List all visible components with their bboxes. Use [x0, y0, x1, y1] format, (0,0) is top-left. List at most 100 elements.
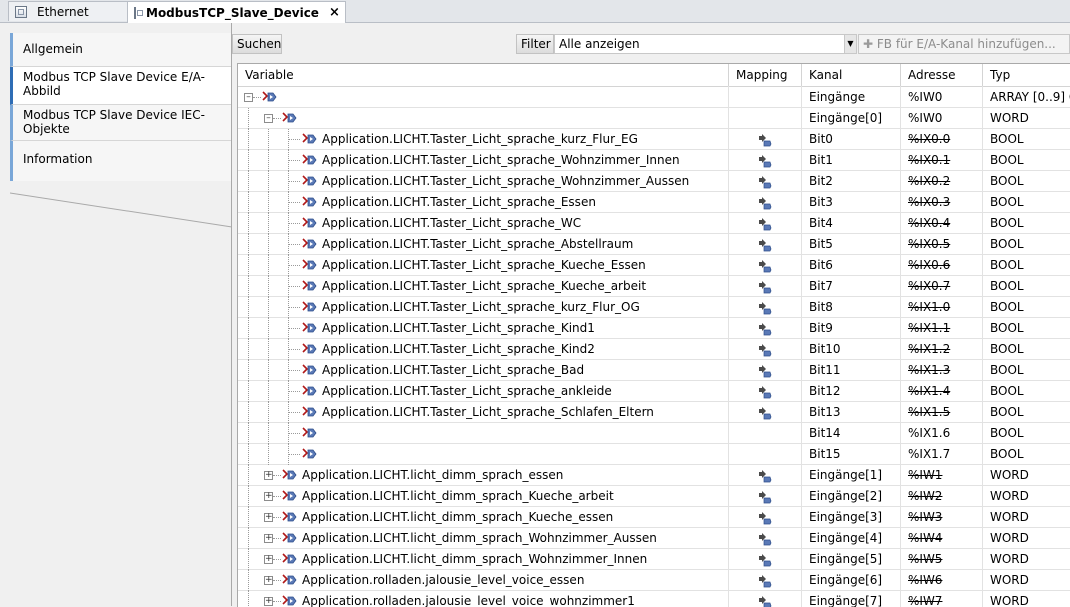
- tab-ethernet[interactable]: Ethernet: [8, 1, 128, 21]
- cell-mapping[interactable]: [729, 423, 801, 443]
- cell-mapping[interactable]: [729, 213, 801, 233]
- cell-mapping[interactable]: [729, 171, 801, 191]
- cell-mapping[interactable]: [729, 87, 801, 107]
- cell-mapping[interactable]: [729, 129, 801, 149]
- table-row[interactable]: Application.LICHT.Taster_Licht_sprache_K…: [238, 255, 1070, 276]
- cell-variable[interactable]: [302, 108, 726, 128]
- cell-mapping[interactable]: [729, 549, 801, 569]
- sidebar-item-iec-objekte[interactable]: Modbus TCP Slave Device IEC-Objekte: [10, 105, 232, 141]
- table-row[interactable]: + Application.LICHT.licht_dimm_sprach_Woh…: [238, 528, 1070, 549]
- cell-variable[interactable]: Application.LICHT.Taster_Licht_sprache_E…: [322, 192, 726, 212]
- cell-mapping[interactable]: [729, 360, 801, 380]
- table-row[interactable]: + Application.rolladen.jalousie_level_voi…: [238, 570, 1070, 591]
- cell-mapping[interactable]: [729, 255, 801, 275]
- tab-modbustcp-slave-device[interactable]: ModbusTCP_Slave_Device ×: [127, 1, 346, 23]
- cell-mapping[interactable]: [729, 444, 801, 464]
- cell-mapping[interactable]: [729, 528, 801, 548]
- cell-variable[interactable]: [282, 87, 726, 107]
- cell-mapping[interactable]: [729, 150, 801, 170]
- cell-mapping[interactable]: [729, 192, 801, 212]
- filter-button[interactable]: Filter: [516, 34, 554, 54]
- table-row[interactable]: Application.LICHT.Taster_Licht_sprache_W…: [238, 150, 1070, 171]
- cell-variable[interactable]: Application.LICHT.Taster_Licht_sprache_K…: [322, 339, 726, 359]
- cell-variable[interactable]: Application.LICHT.Taster_Licht_sprache_K…: [322, 318, 726, 338]
- cell-variable[interactable]: Application.LICHT.licht_dimm_sprach_esse…: [302, 465, 726, 485]
- cell-mapping[interactable]: [729, 402, 801, 422]
- table-row[interactable]: Bit14%IX1.6BOOL: [238, 423, 1070, 444]
- column-header-typ[interactable]: Typ: [983, 64, 1070, 86]
- chevron-down-icon[interactable]: ▼: [844, 34, 857, 54]
- close-icon[interactable]: ×: [329, 5, 340, 20]
- table-row[interactable]: Application.LICHT.Taster_Licht_sprache_B…: [238, 360, 1070, 381]
- cell-variable[interactable]: Application.LICHT.Taster_Licht_sprache_W…: [322, 150, 726, 170]
- cell-mapping[interactable]: [729, 339, 801, 359]
- expand-icon[interactable]: +: [264, 513, 273, 522]
- column-header-mapping[interactable]: Mapping: [729, 64, 802, 86]
- expand-icon[interactable]: +: [264, 492, 273, 501]
- filter-select[interactable]: Alle anzeigen: [554, 34, 857, 54]
- table-row[interactable]: –Eingänge[0]%IW0WORD: [238, 108, 1070, 129]
- cell-variable[interactable]: Application.LICHT.Taster_Licht_sprache_W…: [322, 171, 726, 191]
- collapse-icon[interactable]: –: [244, 93, 253, 102]
- expand-icon[interactable]: +: [264, 471, 273, 480]
- cell-variable[interactable]: Application.LICHT.Taster_Licht_sprache_K…: [322, 255, 726, 275]
- cell-mapping[interactable]: [729, 108, 801, 128]
- table-row[interactable]: Application.LICHT.Taster_Licht_sprache_K…: [238, 276, 1070, 297]
- table-row[interactable]: Application.LICHT.Taster_Licht_sprache_A…: [238, 234, 1070, 255]
- cell-variable[interactable]: Application.LICHT.Taster_Licht_sprache_a…: [322, 381, 726, 401]
- cell-variable[interactable]: Application.LICHT.licht_dimm_sprach_Wohn…: [302, 549, 726, 569]
- cell-mapping[interactable]: [729, 381, 801, 401]
- cell-variable[interactable]: Application.LICHT.Taster_Licht_sprache_K…: [322, 276, 726, 296]
- expand-icon[interactable]: +: [264, 555, 273, 564]
- table-row[interactable]: Application.LICHT.Taster_Licht_sprache_W…: [238, 171, 1070, 192]
- cell-variable[interactable]: Application.LICHT.Taster_Licht_sprache_W…: [322, 213, 726, 233]
- cell-mapping[interactable]: [729, 276, 801, 296]
- table-row[interactable]: + Application.LICHT.licht_dimm_sprach_Kue…: [238, 507, 1070, 528]
- cell-mapping[interactable]: [729, 318, 801, 338]
- cell-variable[interactable]: Application.LICHT.Taster_Licht_sprache_S…: [322, 402, 726, 422]
- cell-variable[interactable]: Application.LICHT.licht_dimm_sprach_Kuec…: [302, 486, 726, 506]
- cell-mapping[interactable]: [729, 465, 801, 485]
- cell-mapping[interactable]: [729, 297, 801, 317]
- cell-mapping[interactable]: [729, 234, 801, 254]
- table-row[interactable]: Application.LICHT.Taster_Licht_sprache_k…: [238, 297, 1070, 318]
- sidebar-item-information[interactable]: Information: [10, 141, 232, 181]
- sidebar-item-ea-abbild[interactable]: Modbus TCP Slave Device E/A-Abbild: [10, 67, 232, 105]
- cell-variable[interactable]: Application.rolladen.jalousie_level_voic…: [302, 591, 726, 607]
- cell-variable[interactable]: Application.rolladen.jalousie_level_voic…: [302, 570, 726, 590]
- table-row[interactable]: Application.LICHT.Taster_Licht_sprache_k…: [238, 129, 1070, 150]
- cell-variable[interactable]: Application.LICHT.licht_dimm_sprach_Kuec…: [302, 507, 726, 527]
- expand-icon[interactable]: +: [264, 597, 273, 606]
- cell-mapping[interactable]: [729, 570, 801, 590]
- table-row[interactable]: + Application.LICHT.licht_dimm_sprach_ess…: [238, 465, 1070, 486]
- cell-variable[interactable]: Application.LICHT.licht_dimm_sprach_Wohn…: [302, 528, 726, 548]
- column-header-variable[interactable]: Variable: [238, 64, 729, 86]
- table-row[interactable]: Application.LICHT.Taster_Licht_sprache_S…: [238, 402, 1070, 423]
- cell-variable[interactable]: Application.LICHT.Taster_Licht_sprache_B…: [322, 360, 726, 380]
- cell-mapping[interactable]: [729, 486, 801, 506]
- table-row[interactable]: –Eingänge%IW0ARRAY [0..9] OF WORD: [238, 87, 1070, 108]
- table-row[interactable]: Application.LICHT.Taster_Licht_sprache_a…: [238, 381, 1070, 402]
- cell-variable[interactable]: Application.LICHT.Taster_Licht_sprache_k…: [322, 297, 726, 317]
- search-button[interactable]: Suchen: [232, 34, 282, 54]
- table-row[interactable]: + Application.rolladen.jalousie_level_voi…: [238, 591, 1070, 607]
- cell-mapping[interactable]: [729, 507, 801, 527]
- cell-mapping[interactable]: [729, 591, 801, 607]
- table-row[interactable]: Bit15%IX1.7BOOL: [238, 444, 1070, 465]
- column-header-adresse[interactable]: Adresse: [901, 64, 983, 86]
- table-row[interactable]: Application.LICHT.Taster_Licht_sprache_K…: [238, 339, 1070, 360]
- add-fb-button[interactable]: ✚ FB für E/A-Kanal hinzufügen...: [858, 34, 1070, 54]
- expand-icon[interactable]: +: [264, 576, 273, 585]
- collapse-icon[interactable]: –: [264, 114, 273, 123]
- table-row[interactable]: Application.LICHT.Taster_Licht_sprache_K…: [238, 318, 1070, 339]
- cell-variable[interactable]: Application.LICHT.Taster_Licht_sprache_A…: [322, 234, 726, 254]
- cell-variable[interactable]: [322, 423, 726, 443]
- cell-variable[interactable]: Application.LICHT.Taster_Licht_sprache_k…: [322, 129, 726, 149]
- cell-variable[interactable]: [322, 444, 726, 464]
- table-row[interactable]: Application.LICHT.Taster_Licht_sprache_W…: [238, 213, 1070, 234]
- table-row[interactable]: Application.LICHT.Taster_Licht_sprache_E…: [238, 192, 1070, 213]
- table-row[interactable]: + Application.LICHT.licht_dimm_sprach_Kue…: [238, 486, 1070, 507]
- column-header-kanal[interactable]: Kanal: [802, 64, 901, 86]
- expand-icon[interactable]: +: [264, 534, 273, 543]
- sidebar-item-allgemein[interactable]: Allgemein: [10, 33, 232, 67]
